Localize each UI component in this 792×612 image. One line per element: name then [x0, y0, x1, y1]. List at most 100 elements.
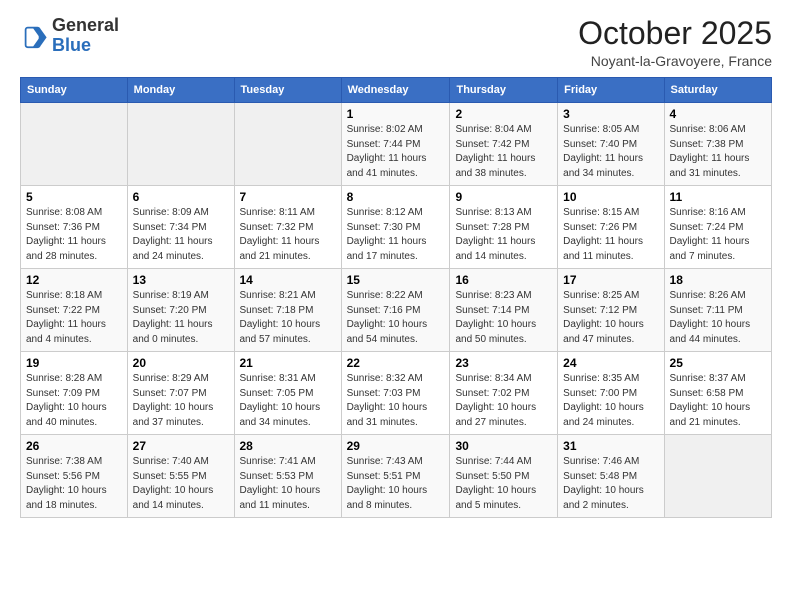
calendar-cell: 6Sunrise: 8:09 AM Sunset: 7:34 PM Daylig…: [127, 186, 234, 269]
day-info: Sunrise: 8:04 AM Sunset: 7:42 PM Dayligh…: [455, 123, 552, 181]
day-number: 5: [26, 190, 122, 204]
header: General Blue October 2025 Noyant-la-Grav…: [20, 16, 772, 69]
calendar-cell: 11 Sunrise: 8:16 AM Sunset: 7:24 PM Dayli…: [664, 186, 771, 269]
location-subtitle: Noyant-la-Gravoyere, France: [578, 53, 772, 69]
calendar-week-5: 26 Sunrise: 7:38 AM Sunset: 5:56 PM Dayli…: [21, 435, 772, 518]
day-info: Sunrise: 8:35 AM Sunset: 7:00 PM Dayligh…: [563, 372, 658, 430]
day-info: Sunrise: 8:28 AM Sunset: 7:09 PM Dayligh…: [26, 372, 122, 430]
calendar-cell: 15Sunrise: 8:22 AM Sunset: 7:16 PM Dayli…: [341, 269, 450, 352]
day-info: Sunrise: 8:02 AM Sunset: 7:44 PM Dayligh…: [347, 123, 445, 181]
day-number: 23: [455, 356, 552, 370]
col-header-tuesday: Tuesday: [234, 78, 341, 103]
day-info: Sunrise: 7:44 AM Sunset: 5:50 PM Dayligh…: [455, 455, 552, 513]
day-number: 2: [455, 107, 552, 121]
day-info: Sunrise: 7:46 AM Sunset: 5:48 PM Dayligh…: [563, 455, 658, 513]
day-info: Sunrise: 8:37 AM Sunset: 6:58 PM Dayligh…: [670, 372, 766, 430]
day-number: 10: [563, 190, 658, 204]
day-info: Sunrise: 8:05 AM Sunset: 7:40 PM Dayligh…: [563, 123, 658, 181]
calendar-cell: [664, 435, 771, 518]
day-number: 9: [455, 190, 552, 204]
day-info: Sunrise: 7:38 AM Sunset: 5:56 PM Dayligh…: [26, 455, 122, 513]
calendar-cell: 21Sunrise: 8:31 AM Sunset: 7:05 PM Dayli…: [234, 352, 341, 435]
logo-icon: [20, 22, 48, 50]
calendar-cell: 18 Sunrise: 8:26 AM Sunset: 7:11 PM Dayli…: [664, 269, 771, 352]
day-info: Sunrise: 7:43 AM Sunset: 5:51 PM Dayligh…: [347, 455, 445, 513]
day-info: Sunrise: 8:25 AM Sunset: 7:12 PM Dayligh…: [563, 289, 658, 347]
calendar-cell: 28Sunrise: 7:41 AM Sunset: 5:53 PM Dayli…: [234, 435, 341, 518]
calendar-cell: 31Sunrise: 7:46 AM Sunset: 5:48 PM Dayli…: [558, 435, 664, 518]
calendar-cell: 4 Sunrise: 8:06 AM Sunset: 7:38 PM Daylig…: [664, 103, 771, 186]
day-info: Sunrise: 8:11 AM Sunset: 7:32 PM Dayligh…: [240, 206, 336, 264]
calendar-week-2: 5 Sunrise: 8:08 AM Sunset: 7:36 PM Daylig…: [21, 186, 772, 269]
logo-text: General Blue: [52, 16, 119, 56]
calendar-cell: 1 Sunrise: 8:02 AM Sunset: 7:44 PM Daylig…: [341, 103, 450, 186]
col-header-saturday: Saturday: [664, 78, 771, 103]
calendar-cell: 5 Sunrise: 8:08 AM Sunset: 7:36 PM Daylig…: [21, 186, 128, 269]
calendar-cell: 12Sunrise: 8:18 AM Sunset: 7:22 PM Dayli…: [21, 269, 128, 352]
calendar-cell: 24 Sunrise: 8:35 AM Sunset: 7:00 PM Dayli…: [558, 352, 664, 435]
day-info: Sunrise: 8:06 AM Sunset: 7:38 PM Dayligh…: [670, 123, 766, 181]
day-number: 22: [347, 356, 445, 370]
calendar-cell: 8Sunrise: 8:12 AM Sunset: 7:30 PM Daylig…: [341, 186, 450, 269]
calendar-week-3: 12Sunrise: 8:18 AM Sunset: 7:22 PM Dayli…: [21, 269, 772, 352]
calendar-cell: 17 Sunrise: 8:25 AM Sunset: 7:12 PM Dayli…: [558, 269, 664, 352]
calendar-cell: 16Sunrise: 8:23 AM Sunset: 7:14 PM Dayli…: [450, 269, 558, 352]
day-number: 12: [26, 273, 122, 287]
day-number: 1: [347, 107, 445, 121]
day-info: Sunrise: 8:13 AM Sunset: 7:28 PM Dayligh…: [455, 206, 552, 264]
day-number: 26: [26, 439, 122, 453]
day-number: 19: [26, 356, 122, 370]
col-header-wednesday: Wednesday: [341, 78, 450, 103]
calendar-cell: 3 Sunrise: 8:05 AM Sunset: 7:40 PM Daylig…: [558, 103, 664, 186]
day-number: 11: [670, 190, 766, 204]
day-info: Sunrise: 8:16 AM Sunset: 7:24 PM Dayligh…: [670, 206, 766, 264]
calendar-cell: 29 Sunrise: 7:43 AM Sunset: 5:51 PM Dayli…: [341, 435, 450, 518]
calendar-cell: 22 Sunrise: 8:32 AM Sunset: 7:03 PM Dayli…: [341, 352, 450, 435]
calendar-cell: 2 Sunrise: 8:04 AM Sunset: 7:42 PM Daylig…: [450, 103, 558, 186]
day-number: 20: [133, 356, 229, 370]
day-number: 27: [133, 439, 229, 453]
calendar-cell: 7Sunrise: 8:11 AM Sunset: 7:32 PM Daylig…: [234, 186, 341, 269]
calendar-cell: 23 Sunrise: 8:34 AM Sunset: 7:02 PM Dayli…: [450, 352, 558, 435]
calendar-cell: 13Sunrise: 8:19 AM Sunset: 7:20 PM Dayli…: [127, 269, 234, 352]
logo: General Blue: [20, 16, 119, 56]
calendar-cell: 9 Sunrise: 8:13 AM Sunset: 7:28 PM Daylig…: [450, 186, 558, 269]
calendar-cell: 25Sunrise: 8:37 AM Sunset: 6:58 PM Dayli…: [664, 352, 771, 435]
day-info: Sunrise: 8:34 AM Sunset: 7:02 PM Dayligh…: [455, 372, 552, 430]
col-header-thursday: Thursday: [450, 78, 558, 103]
calendar-cell: [21, 103, 128, 186]
calendar-cell: 14 Sunrise: 8:21 AM Sunset: 7:18 PM Dayli…: [234, 269, 341, 352]
page: General Blue October 2025 Noyant-la-Grav…: [0, 0, 792, 612]
month-title: October 2025: [578, 16, 772, 51]
day-info: Sunrise: 8:31 AM Sunset: 7:05 PM Dayligh…: [240, 372, 336, 430]
calendar-cell: 20Sunrise: 8:29 AM Sunset: 7:07 PM Dayli…: [127, 352, 234, 435]
day-number: 18: [670, 273, 766, 287]
day-info: Sunrise: 7:40 AM Sunset: 5:55 PM Dayligh…: [133, 455, 229, 513]
day-number: 17: [563, 273, 658, 287]
day-number: 29: [347, 439, 445, 453]
calendar-cell: [234, 103, 341, 186]
calendar-cell: 30 Sunrise: 7:44 AM Sunset: 5:50 PM Dayli…: [450, 435, 558, 518]
day-number: 4: [670, 107, 766, 121]
day-info: Sunrise: 8:23 AM Sunset: 7:14 PM Dayligh…: [455, 289, 552, 347]
day-number: 13: [133, 273, 229, 287]
calendar-cell: 10Sunrise: 8:15 AM Sunset: 7:26 PM Dayli…: [558, 186, 664, 269]
day-number: 24: [563, 356, 658, 370]
calendar-cell: 27 Sunrise: 7:40 AM Sunset: 5:55 PM Dayli…: [127, 435, 234, 518]
col-header-sunday: Sunday: [21, 78, 128, 103]
day-info: Sunrise: 8:08 AM Sunset: 7:36 PM Dayligh…: [26, 206, 122, 264]
calendar-table: SundayMondayTuesdayWednesdayThursdayFrid…: [20, 77, 772, 518]
day-number: 14: [240, 273, 336, 287]
day-info: Sunrise: 8:21 AM Sunset: 7:18 PM Dayligh…: [240, 289, 336, 347]
day-number: 28: [240, 439, 336, 453]
day-number: 30: [455, 439, 552, 453]
calendar-cell: [127, 103, 234, 186]
day-info: Sunrise: 8:26 AM Sunset: 7:11 PM Dayligh…: [670, 289, 766, 347]
calendar-week-4: 19 Sunrise: 8:28 AM Sunset: 7:09 PM Dayli…: [21, 352, 772, 435]
day-info: Sunrise: 8:32 AM Sunset: 7:03 PM Dayligh…: [347, 372, 445, 430]
day-info: Sunrise: 8:09 AM Sunset: 7:34 PM Dayligh…: [133, 206, 229, 264]
col-header-monday: Monday: [127, 78, 234, 103]
day-info: Sunrise: 8:22 AM Sunset: 7:16 PM Dayligh…: [347, 289, 445, 347]
calendar-header-row: SundayMondayTuesdayWednesdayThursdayFrid…: [21, 78, 772, 103]
day-number: 3: [563, 107, 658, 121]
